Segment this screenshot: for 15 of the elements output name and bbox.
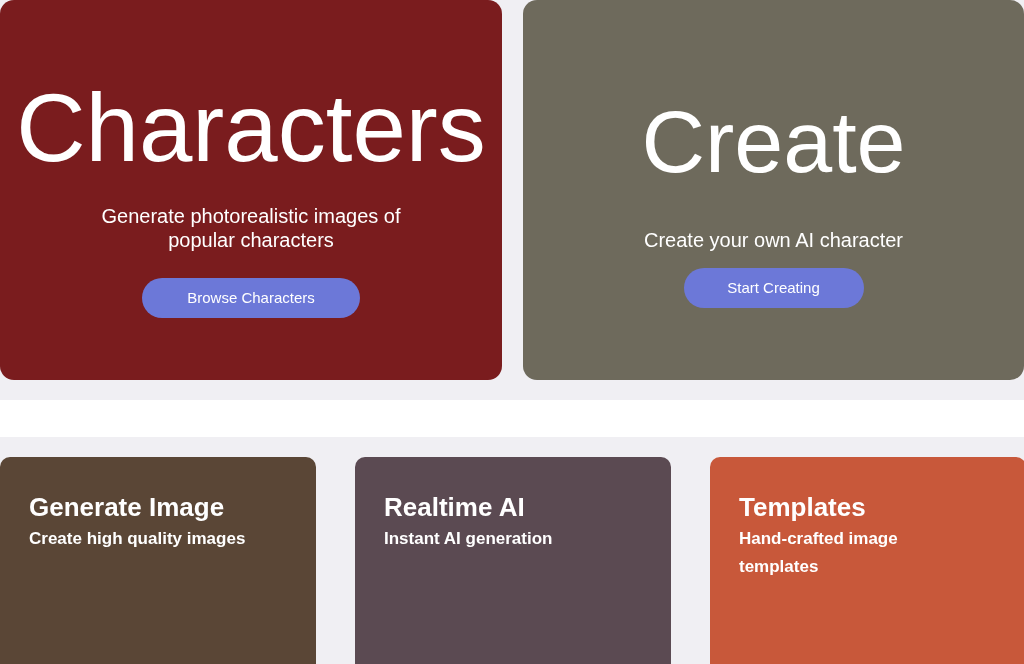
card-subtitle: Create your own AI character: [643, 228, 904, 252]
cta-button[interactable]: Start Creating: [683, 268, 864, 308]
card-title: Generate Image: [29, 491, 226, 523]
cta-button[interactable]: Browse Characters: [142, 278, 360, 318]
photo-card[interactable]: Realtime AI Instant AI generation: [355, 457, 671, 664]
card-title: Templates: [739, 491, 867, 523]
card-subtitle: Hand-crafted image templates: [739, 528, 899, 578]
card-subtitle: Instant AI generation: [384, 528, 554, 550]
card-title: Create: [641, 98, 906, 186]
card-subtitle: Create high quality images: [29, 528, 247, 550]
photo-card[interactable]: Templates Hand-crafted image templates: [710, 457, 1024, 664]
card-subtitle: Generate photorealistic images of popular characters: [100, 204, 402, 252]
photo-card[interactable]: Generate Image Create high quality images: [0, 457, 316, 664]
card-title: Characters: [16, 80, 486, 176]
card-title: Realtime AI: [384, 491, 526, 523]
